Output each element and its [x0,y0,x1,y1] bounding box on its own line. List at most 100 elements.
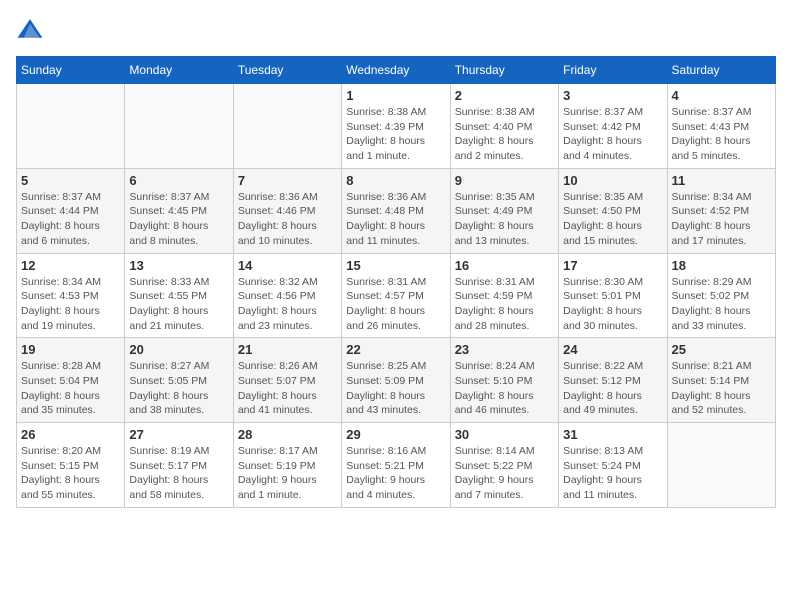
day-info: Sunrise: 8:31 AMSunset: 4:59 PMDaylight:… [455,275,554,334]
page-header [16,16,776,44]
weekday-header-row: SundayMondayTuesdayWednesdayThursdayFrid… [17,57,776,84]
calendar-table: SundayMondayTuesdayWednesdayThursdayFrid… [16,56,776,508]
calendar-day-cell: 8 Sunrise: 8:36 AMSunset: 4:48 PMDaylight… [342,168,450,253]
day-info: Sunrise: 8:24 AMSunset: 5:10 PMDaylight:… [455,359,554,418]
day-number: 8 [346,173,445,188]
day-number: 31 [563,427,662,442]
calendar-day-cell: 12Sunrise: 8:34 AMSunset: 4:53 PMDayligh… [17,253,125,338]
day-info: Sunrise: 8:38 AMSunset: 4:40 PMDaylight:… [455,105,554,164]
day-info: Sunrise: 8:35 AMSunset: 4:50 PMDaylight:… [563,190,662,249]
day-info: Sunrise: 8:20 AMSunset: 5:15 PMDaylight:… [21,444,120,503]
day-number: 11 [672,173,771,188]
day-info: Sunrise: 8:27 AMSunset: 5:05 PMDaylight:… [129,359,228,418]
calendar-day-cell: 16 Sunrise: 8:31 AMSunset: 4:59 PMDayligh… [450,253,558,338]
calendar-day-cell: 3 Sunrise: 8:37 AMSunset: 4:42 PMDaylight… [559,84,667,169]
day-number: 3 [563,88,662,103]
calendar-week-row: 1 Sunrise: 8:38 AMSunset: 4:39 PMDaylight… [17,84,776,169]
calendar-week-row: 5 Sunrise: 8:37 AMSunset: 4:44 PMDaylight… [17,168,776,253]
calendar-day-cell: 21Sunrise: 8:26 AMSunset: 5:07 PMDayligh… [233,338,341,423]
weekday-header-monday: Monday [125,57,233,84]
day-info: Sunrise: 8:34 AMSunset: 4:53 PMDaylight:… [21,275,120,334]
day-info: Sunrise: 8:31 AMSunset: 4:57 PMDaylight:… [346,275,445,334]
day-info: Sunrise: 8:22 AMSunset: 5:12 PMDaylight:… [563,359,662,418]
day-info: Sunrise: 8:34 AMSunset: 4:52 PMDaylight:… [672,190,771,249]
day-info: Sunrise: 8:17 AMSunset: 5:19 PMDaylight:… [238,444,337,503]
day-number: 30 [455,427,554,442]
calendar-day-cell: 2 Sunrise: 8:38 AMSunset: 4:40 PMDaylight… [450,84,558,169]
day-info: Sunrise: 8:29 AMSunset: 5:02 PMDaylight:… [672,275,771,334]
calendar-day-cell [17,84,125,169]
day-info: Sunrise: 8:16 AMSunset: 5:21 PMDaylight:… [346,444,445,503]
calendar-day-cell: 15 Sunrise: 8:31 AMSunset: 4:57 PMDayligh… [342,253,450,338]
calendar-day-cell: 24Sunrise: 8:22 AMSunset: 5:12 PMDayligh… [559,338,667,423]
day-number: 13 [129,258,228,273]
calendar-day-cell: 29 Sunrise: 8:16 AMSunset: 5:21 PMDayligh… [342,423,450,508]
day-info: Sunrise: 8:38 AMSunset: 4:39 PMDaylight:… [346,105,445,164]
day-number: 2 [455,88,554,103]
day-number: 19 [21,342,120,357]
calendar-day-cell: 28 Sunrise: 8:17 AMSunset: 5:19 PMDayligh… [233,423,341,508]
day-number: 23 [455,342,554,357]
day-number: 28 [238,427,337,442]
weekday-header-friday: Friday [559,57,667,84]
day-number: 15 [346,258,445,273]
day-info: Sunrise: 8:32 AMSunset: 4:56 PMDaylight:… [238,275,337,334]
day-info: Sunrise: 8:21 AMSunset: 5:14 PMDaylight:… [672,359,771,418]
calendar-day-cell: 7 Sunrise: 8:36 AMSunset: 4:46 PMDaylight… [233,168,341,253]
day-number: 17 [563,258,662,273]
calendar-day-cell: 1 Sunrise: 8:38 AMSunset: 4:39 PMDaylight… [342,84,450,169]
calendar-day-cell: 22Sunrise: 8:25 AMSunset: 5:09 PMDayligh… [342,338,450,423]
day-info: Sunrise: 8:36 AMSunset: 4:48 PMDaylight:… [346,190,445,249]
weekday-header-sunday: Sunday [17,57,125,84]
day-info: Sunrise: 8:36 AMSunset: 4:46 PMDaylight:… [238,190,337,249]
day-number: 9 [455,173,554,188]
day-number: 7 [238,173,337,188]
calendar-day-cell: 10Sunrise: 8:35 AMSunset: 4:50 PMDayligh… [559,168,667,253]
calendar-week-row: 19 Sunrise: 8:28 AMSunset: 5:04 PMDayligh… [17,338,776,423]
day-number: 25 [672,342,771,357]
calendar-day-cell: 6Sunrise: 8:37 AMSunset: 4:45 PMDaylight… [125,168,233,253]
calendar-day-cell: 17 Sunrise: 8:30 AMSunset: 5:01 PMDayligh… [559,253,667,338]
day-info: Sunrise: 8:35 AMSunset: 4:49 PMDaylight:… [455,190,554,249]
day-info: Sunrise: 8:26 AMSunset: 5:07 PMDaylight:… [238,359,337,418]
day-info: Sunrise: 8:19 AMSunset: 5:17 PMDaylight:… [129,444,228,503]
logo-icon [16,16,44,44]
calendar-day-cell: 5 Sunrise: 8:37 AMSunset: 4:44 PMDaylight… [17,168,125,253]
logo [16,16,48,44]
day-number: 14 [238,258,337,273]
day-info: Sunrise: 8:37 AMSunset: 4:42 PMDaylight:… [563,105,662,164]
day-number: 4 [672,88,771,103]
day-number: 1 [346,88,445,103]
day-info: Sunrise: 8:30 AMSunset: 5:01 PMDaylight:… [563,275,662,334]
calendar-day-cell: 18 Sunrise: 8:29 AMSunset: 5:02 PMDayligh… [667,253,775,338]
weekday-header-wednesday: Wednesday [342,57,450,84]
day-number: 29 [346,427,445,442]
calendar-day-cell: 9 Sunrise: 8:35 AMSunset: 4:49 PMDaylight… [450,168,558,253]
day-info: Sunrise: 8:37 AMSunset: 4:43 PMDaylight:… [672,105,771,164]
calendar-day-cell: 4 Sunrise: 8:37 AMSunset: 4:43 PMDaylight… [667,84,775,169]
day-info: Sunrise: 8:28 AMSunset: 5:04 PMDaylight:… [21,359,120,418]
calendar-day-cell: 20 Sunrise: 8:27 AMSunset: 5:05 PMDayligh… [125,338,233,423]
calendar-day-cell: 14 Sunrise: 8:32 AMSunset: 4:56 PMDayligh… [233,253,341,338]
day-info: Sunrise: 8:13 AMSunset: 5:24 PMDaylight:… [563,444,662,503]
calendar-day-cell: 27 Sunrise: 8:19 AMSunset: 5:17 PMDayligh… [125,423,233,508]
day-number: 26 [21,427,120,442]
calendar-day-cell [125,84,233,169]
day-number: 27 [129,427,228,442]
calendar-day-cell: 11 Sunrise: 8:34 AMSunset: 4:52 PMDayligh… [667,168,775,253]
day-number: 22 [346,342,445,357]
day-number: 16 [455,258,554,273]
calendar-day-cell: 23 Sunrise: 8:24 AMSunset: 5:10 PMDayligh… [450,338,558,423]
day-number: 18 [672,258,771,273]
calendar-day-cell [667,423,775,508]
weekday-header-thursday: Thursday [450,57,558,84]
day-info: Sunrise: 8:33 AMSunset: 4:55 PMDaylight:… [129,275,228,334]
day-number: 5 [21,173,120,188]
calendar-day-cell: 25 Sunrise: 8:21 AMSunset: 5:14 PMDayligh… [667,338,775,423]
day-number: 20 [129,342,228,357]
weekday-header-saturday: Saturday [667,57,775,84]
calendar-day-cell: 13 Sunrise: 8:33 AMSunset: 4:55 PMDayligh… [125,253,233,338]
calendar-day-cell: 26 Sunrise: 8:20 AMSunset: 5:15 PMDayligh… [17,423,125,508]
calendar-day-cell: 31 Sunrise: 8:13 AMSunset: 5:24 PMDayligh… [559,423,667,508]
day-info: Sunrise: 8:37 AMSunset: 4:44 PMDaylight:… [21,190,120,249]
